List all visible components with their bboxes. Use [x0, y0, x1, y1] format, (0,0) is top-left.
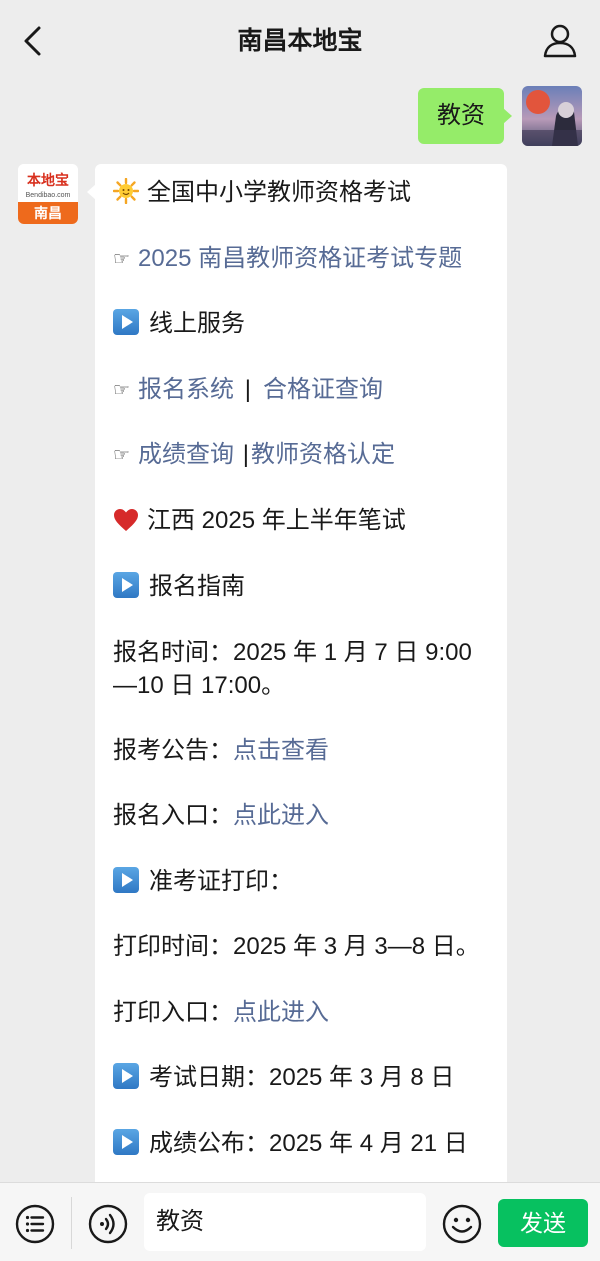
divider: [71, 1197, 72, 1249]
input-bar: 教资 发送: [0, 1182, 600, 1261]
menu-list-icon: [15, 1204, 55, 1244]
line-text: 报名指南: [149, 573, 245, 600]
play-button-icon: [113, 1129, 139, 1155]
teacher-qualification-link[interactable]: 教师资格认定: [251, 441, 395, 468]
label: 打印入口：: [113, 999, 233, 1026]
label: 报名入口：: [113, 802, 233, 829]
line-announcement: 报考公告：点击查看: [113, 734, 491, 767]
line-topic-link-row: ☞ 2025 南昌教师资格证考试专题: [113, 242, 491, 276]
line-score-links: ☞ 成绩查询 |教师资格认定: [113, 438, 491, 472]
line-jiangxi-exam: 江西 2025 年上半年笔试: [113, 504, 491, 537]
bot-avatar[interactable]: 本地宝 Bendibao.com 南昌: [18, 164, 78, 224]
line-online-service: 线上服务: [113, 307, 491, 340]
user-message-row: 教资: [282, 86, 582, 146]
topic-link[interactable]: 2025 南昌教师资格证考试专题: [138, 245, 462, 272]
profile-button[interactable]: [542, 22, 578, 60]
user-message-bubble[interactable]: 教资: [418, 88, 512, 144]
top-nav-bar: 南昌本地宝: [0, 0, 600, 82]
user-avatar[interactable]: [522, 86, 582, 146]
page-title: 南昌本地宝: [237, 27, 363, 55]
heart-icon: [114, 509, 138, 531]
emoji-face-icon: [442, 1204, 482, 1244]
bot-avatar-logo-text: 本地宝: [27, 172, 69, 188]
line-exam-date: 考试日期：2025 年 3 月 8 日: [113, 1061, 491, 1094]
separator: |: [242, 441, 249, 468]
line-text: 线上服务: [149, 310, 245, 337]
line-exam-title: 全国中小学教师资格考试: [113, 176, 491, 209]
score-query-link[interactable]: 成绩查询: [138, 441, 234, 468]
voice-icon: [88, 1204, 128, 1244]
user-avatar-image: [522, 86, 582, 146]
line-admission-ticket: 准考证打印：: [113, 865, 491, 898]
menu-button[interactable]: [14, 1203, 56, 1245]
line-text: 成绩公布：2025 年 4 月 21 日: [149, 1130, 468, 1157]
voice-button[interactable]: [87, 1203, 129, 1245]
play-button-icon: [113, 867, 139, 893]
bot-avatar-city: 南昌: [18, 202, 78, 224]
line-registration-time: 报名时间：2025 年 1 月 7 日 9:00—10 日 17:00。: [113, 639, 472, 699]
line-text: 江西 2025 年上半年笔试: [147, 507, 406, 534]
separator: |: [244, 376, 251, 403]
user-profile-icon: [543, 24, 577, 58]
line-text: 考试日期：2025 年 3 月 8 日: [149, 1064, 455, 1091]
pointing-hand-icon: ☞: [113, 445, 131, 466]
line-score-release: 成绩公布：2025 年 4 月 21 日: [113, 1127, 491, 1160]
certificate-query-link[interactable]: 合格证查询: [263, 376, 383, 403]
play-button-icon: [113, 1063, 139, 1089]
line-registration-guide: 报名指南: [113, 570, 491, 603]
registration-entry-link[interactable]: 点此进入: [233, 802, 329, 829]
play-button-icon: [113, 572, 139, 598]
line-text: 全国中小学教师资格考试: [147, 179, 411, 206]
pointing-hand-icon: ☞: [113, 249, 131, 270]
send-button[interactable]: 发送: [498, 1199, 588, 1247]
registration-system-link[interactable]: 报名系统: [138, 376, 234, 403]
line-print-entry: 打印入口：点此进入: [113, 996, 491, 1029]
announcement-link[interactable]: 点击查看: [233, 737, 329, 764]
line-text: 准考证打印：: [149, 868, 293, 895]
bot-avatar-logo: 本地宝 Bendibao.com: [18, 164, 78, 202]
print-entry-link[interactable]: 点此进入: [233, 999, 329, 1026]
pointing-hand-icon: ☞: [113, 380, 131, 401]
chat-area[interactable]: 教资 本地宝 Bendibao.com 南昌 全国中小学教师资格考试 ☞ 202…: [0, 82, 600, 1182]
sun-emoji-icon: [113, 178, 139, 204]
bot-message-bubble: 全国中小学教师资格考试 ☞ 2025 南昌教师资格证考试专题 线上服务 ☞ 报名系统…: [87, 164, 507, 1182]
line-registration-entry: 报名入口：点此进入: [113, 799, 491, 832]
play-button-icon: [113, 309, 139, 335]
message-input[interactable]: 教资: [144, 1193, 426, 1251]
bot-avatar-logo-sub: Bendibao.com: [25, 192, 71, 199]
emoji-button[interactable]: [441, 1203, 483, 1245]
line-registration-links: ☞ 报名系统 | 合格证查询: [113, 373, 491, 407]
line-print-time: 打印时间：2025 年 3 月 3—8 日。: [113, 933, 480, 960]
label: 报考公告：: [113, 737, 233, 764]
